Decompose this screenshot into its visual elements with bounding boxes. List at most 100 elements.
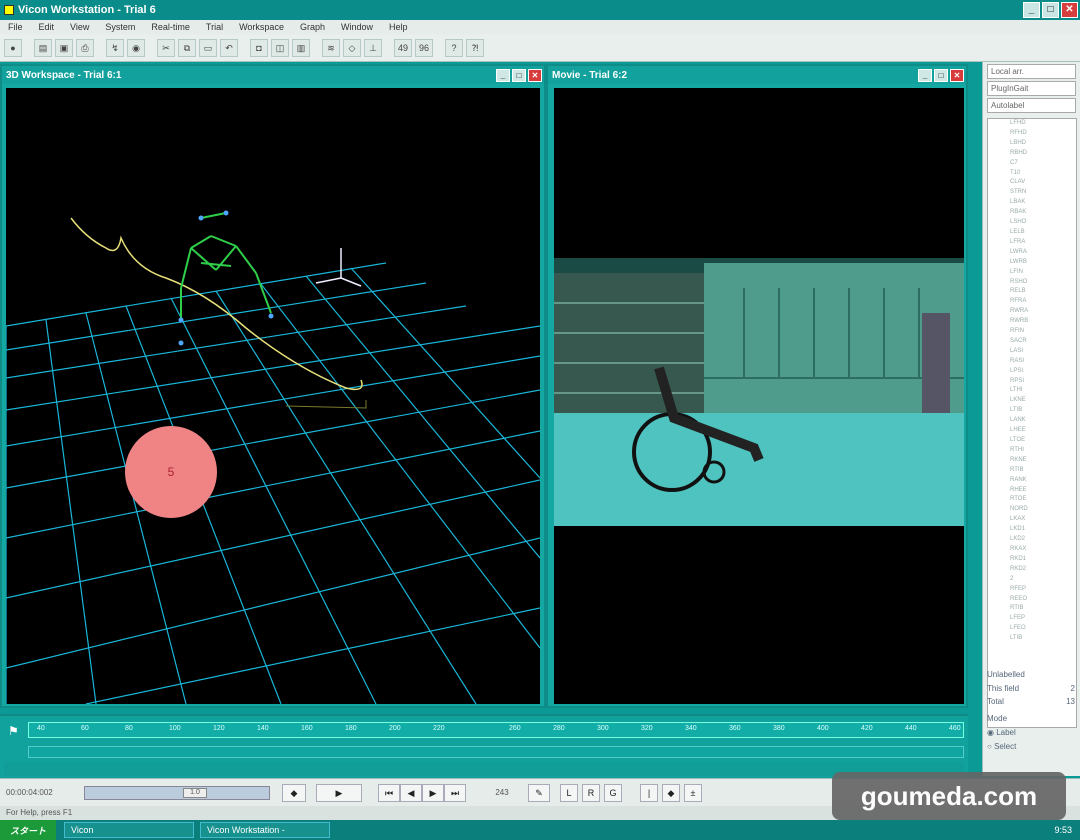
marker-list-item[interactable]: LKD2	[1010, 535, 1076, 545]
last-frame-button[interactable]: ⏭	[444, 783, 466, 802]
marker-list-item[interactable]: LFEO	[1010, 624, 1076, 634]
marker-list-item[interactable]: 2	[1010, 575, 1076, 585]
marker-list-item[interactable]: RANK	[1010, 476, 1076, 486]
marker-list-item[interactable]: RPSI	[1010, 377, 1076, 387]
marker-list-item[interactable]: RTIB	[1010, 466, 1076, 476]
marker-list-item[interactable]: RFRA	[1010, 297, 1076, 307]
play-button[interactable]: ▶	[316, 783, 362, 802]
camera-icon[interactable]: ◘	[250, 38, 268, 57]
marker-list-item[interactable]: RTOE	[1010, 495, 1076, 505]
pane-close-button[interactable]: ✕	[950, 68, 964, 82]
cut-icon[interactable]: ✂	[157, 38, 175, 57]
marker-list-item[interactable]: LFHD	[1010, 119, 1076, 129]
speed-slider[interactable]: 1.0	[84, 785, 270, 800]
menu-window[interactable]: Window	[333, 22, 381, 32]
marker-list-item[interactable]: C7	[1010, 159, 1076, 169]
marker-list-item[interactable]: LSHO	[1010, 218, 1076, 228]
paste-icon[interactable]: ▭	[199, 38, 217, 57]
marker-list-item[interactable]: RWRA	[1010, 307, 1076, 317]
marker-list-item[interactable]: RKAX	[1010, 545, 1076, 555]
marker-list-item[interactable]: LHEE	[1010, 426, 1076, 436]
layers-icon[interactable]: ≋	[322, 38, 340, 57]
marker-list-item[interactable]: LTIB	[1010, 634, 1076, 644]
save-icon[interactable]: ▣	[55, 38, 73, 57]
menu-workspace[interactable]: Workspace	[231, 22, 292, 32]
undo-icon[interactable]: ↶	[220, 38, 238, 57]
marker-list-item[interactable]: RBHD	[1010, 149, 1076, 159]
marker-list-item[interactable]: LASI	[1010, 347, 1076, 357]
pencil-icon[interactable]: ✎	[528, 783, 550, 802]
marker-list-item[interactable]: STRN	[1010, 188, 1076, 198]
marker-list-item[interactable]: LFRA	[1010, 238, 1076, 248]
marker-list[interactable]: LFHD RFHD LBHD RBHD C7 T10 CLAV STRN LBAK RBAK LSH…	[987, 118, 1077, 728]
loop-button[interactable]: ◆	[282, 783, 306, 802]
marker-list-item[interactable]: SACR	[1010, 337, 1076, 347]
marker-list-item[interactable]: LBHD	[1010, 139, 1076, 149]
mode-select-option[interactable]: ○ Select	[987, 742, 1075, 751]
pane-maximize-button[interactable]: □	[934, 68, 948, 82]
marker-list-item[interactable]: LTHI	[1010, 386, 1076, 396]
marker-list-item[interactable]: RKD1	[1010, 555, 1076, 565]
marker-list-item[interactable]: NORD	[1010, 505, 1076, 515]
marker-list-item[interactable]: RTHI	[1010, 446, 1076, 456]
event-foot-icon[interactable]: ◆	[662, 783, 680, 802]
new-icon[interactable]: ●	[4, 38, 22, 57]
start-button[interactable]: スタート	[0, 820, 57, 840]
marker-list-item[interactable]: CLAV	[1010, 178, 1076, 188]
marker-list-item[interactable]: RFEP	[1010, 585, 1076, 595]
autolabel-dropdown[interactable]: Autolabel	[987, 98, 1076, 113]
marker-list-item[interactable]: LKNE	[1010, 396, 1076, 406]
right-button[interactable]: R	[582, 783, 600, 802]
marker-list-item[interactable]: LKD1	[1010, 525, 1076, 535]
zoom-a-button[interactable]: 49	[394, 38, 412, 57]
task-vicon-workstation[interactable]: Vicon Workstation -	[200, 822, 331, 838]
marker-list-item[interactable]: LKAX	[1010, 515, 1076, 525]
marker-list-item[interactable]: LELB	[1010, 228, 1076, 238]
marker-list-item[interactable]: RKD2	[1010, 565, 1076, 575]
marker-list-item[interactable]: LWRB	[1010, 258, 1076, 268]
maximize-button[interactable]: □	[1042, 2, 1059, 18]
close-button[interactable]: ✕	[1061, 2, 1078, 18]
next-frame-button[interactable]: ▶	[422, 783, 444, 802]
menu-file[interactable]: File	[0, 22, 31, 32]
view-icon[interactable]: ◫	[271, 38, 289, 57]
event-general-icon[interactable]: ±	[684, 783, 702, 802]
mode-label-option[interactable]: ◉ Label	[987, 728, 1075, 737]
marker-list-item[interactable]: RWRB	[1010, 317, 1076, 327]
print-icon[interactable]: ⎙	[76, 38, 94, 57]
marker-list-item[interactable]: LPSI	[1010, 367, 1076, 377]
marker-list-item[interactable]: RFHD	[1010, 129, 1076, 139]
menu-edit[interactable]: Edit	[31, 22, 63, 32]
marker-list-item[interactable]: LFIN	[1010, 268, 1076, 278]
marker-list-item[interactable]: RASI	[1010, 357, 1076, 367]
minimize-button[interactable]: _	[1023, 2, 1040, 18]
marker-list-item[interactable]: RKNE	[1010, 456, 1076, 466]
marker-list-item[interactable]: T10	[1010, 169, 1076, 179]
marker-list-item[interactable]: LANK	[1010, 416, 1076, 426]
menu-system[interactable]: System	[97, 22, 143, 32]
marker-list-item[interactable]: RBAK	[1010, 208, 1076, 218]
pane-maximize-button[interactable]: □	[512, 68, 526, 82]
event-marker-icon[interactable]: |	[640, 783, 658, 802]
model-field[interactable]: PlugInGait	[987, 81, 1076, 96]
range-track[interactable]	[28, 746, 964, 758]
task-vicon[interactable]: Vicon	[64, 822, 195, 838]
capture-icon[interactable]: ◉	[127, 38, 145, 57]
marker-list-item[interactable]: REEO	[1010, 595, 1076, 605]
menu-realtime[interactable]: Real-time	[143, 22, 198, 32]
pane-close-button[interactable]: ✕	[528, 68, 542, 82]
marker-list-item[interactable]: RTIB	[1010, 604, 1076, 614]
pane-minimize-button[interactable]: _	[496, 68, 510, 82]
left-button[interactable]: L	[560, 783, 578, 802]
menu-trial[interactable]: Trial	[198, 22, 231, 32]
zoom-b-button[interactable]: 96	[415, 38, 433, 57]
context-help-icon[interactable]: ⁈	[466, 38, 484, 57]
run-icon[interactable]: ↯	[106, 38, 124, 57]
prev-frame-button[interactable]: ◀	[400, 783, 422, 802]
marker-list-item[interactable]: RFIN	[1010, 327, 1076, 337]
menu-graph[interactable]: Graph	[292, 22, 333, 32]
marker-list-item[interactable]: RSHO	[1010, 278, 1076, 288]
timeline-ruler[interactable]: 40 60 80 100 120 140 160 180 200 220 260 280 300 320 3…	[28, 722, 964, 738]
menu-view[interactable]: View	[62, 22, 97, 32]
help-icon[interactable]: ?	[445, 38, 463, 57]
